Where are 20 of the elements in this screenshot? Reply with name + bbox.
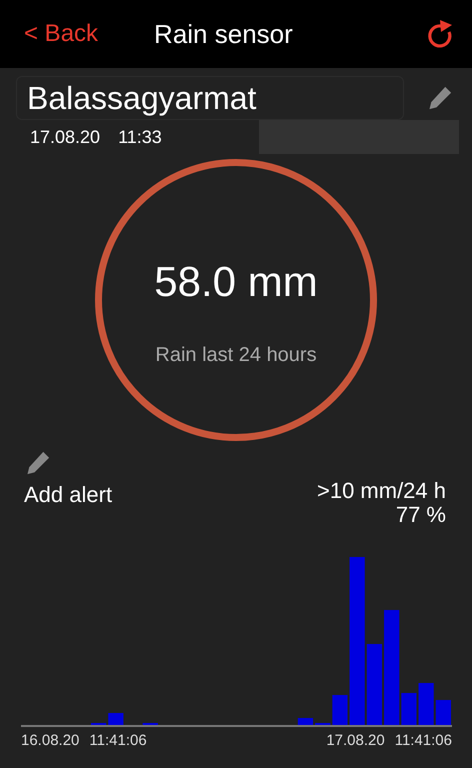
add-alert-link[interactable]: Add alert <box>24 483 112 507</box>
rain-bar <box>401 693 417 725</box>
screen-title: Rain sensor <box>154 18 294 50</box>
rain-bar <box>418 683 434 725</box>
time-text: 11:33 <box>118 126 162 148</box>
axis-label: 11:41:06 <box>89 732 147 749</box>
station-name-field[interactable]: Balassagyarmat <box>16 76 404 120</box>
rain-bar <box>332 695 348 725</box>
rain-caption: Rain last 24 hours <box>155 344 317 367</box>
rain-bar <box>436 700 451 725</box>
rain-value: 58.0 mm <box>154 258 318 306</box>
axis-label: 17.08.20 <box>326 732 385 749</box>
rain-bar <box>108 713 124 725</box>
date-text: 17.08.20 <box>30 126 100 148</box>
alert-probability: 77 % <box>396 503 446 527</box>
alert-threshold: >10 mm/24 h <box>316 479 446 503</box>
back-link[interactable]: < Back <box>24 20 98 48</box>
rain-bar <box>298 718 314 725</box>
axis-label: 16.08.20 <box>21 732 80 749</box>
axis-label: 11:41:06 <box>394 732 452 749</box>
